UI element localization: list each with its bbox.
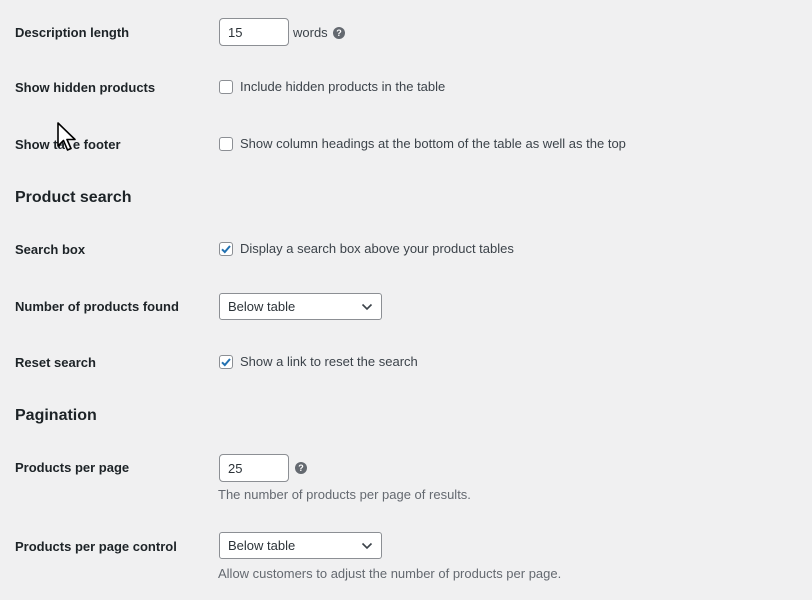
reset-search-option[interactable]: Show a link to reset the search bbox=[219, 354, 418, 369]
products-per-page-input[interactable] bbox=[219, 454, 289, 482]
checkmark-icon bbox=[221, 244, 231, 253]
products-found-select[interactable]: Below table bbox=[219, 293, 382, 320]
products-per-page-label: Products per page bbox=[15, 460, 130, 475]
search-box-option[interactable]: Display a search box above your product … bbox=[219, 241, 514, 256]
products-per-page-control-select[interactable]: Below table bbox=[219, 532, 382, 559]
description-length-suffix: words bbox=[293, 25, 328, 40]
product-search-heading: Product search bbox=[15, 189, 132, 206]
chevron-down-icon bbox=[361, 303, 373, 310]
description-length-label: Description length bbox=[15, 25, 130, 40]
products-found-label: Number of products found bbox=[15, 299, 179, 314]
reset-search-checkbox[interactable] bbox=[219, 354, 233, 369]
products-found-selected: Below table bbox=[228, 299, 296, 314]
show-table-footer-checkbox[interactable] bbox=[219, 136, 233, 151]
search-box-label: Search box bbox=[15, 242, 86, 257]
show-hidden-products-label: Show hidden products bbox=[15, 80, 156, 95]
chevron-down-icon bbox=[361, 542, 373, 549]
reset-search-label: Reset search bbox=[15, 355, 96, 370]
show-hidden-products-checkbox[interactable] bbox=[219, 79, 233, 94]
show-table-footer-checkbox-label: Show column headings at the bottom of th… bbox=[240, 136, 626, 151]
products-per-page-control-description: Allow customers to adjust the number of … bbox=[218, 566, 562, 581]
products-per-page-control-label: Products per page control bbox=[15, 539, 177, 554]
show-hidden-products-option[interactable]: Include hidden products in the table bbox=[219, 79, 445, 94]
mouse-pointer-icon bbox=[57, 122, 76, 151]
show-hidden-products-checkbox-label: Include hidden products in the table bbox=[240, 79, 446, 94]
search-box-checkbox-label: Display a search box above your product … bbox=[240, 241, 514, 256]
help-icon[interactable]: ? bbox=[295, 462, 307, 474]
reset-search-checkbox-label: Show a link to reset the search bbox=[240, 354, 418, 369]
checkmark-icon bbox=[221, 357, 231, 366]
pagination-heading: Pagination bbox=[15, 407, 97, 424]
description-length-input[interactable] bbox=[219, 18, 289, 46]
products-per-page-description: The number of products per page of resul… bbox=[218, 487, 471, 502]
search-box-checkbox[interactable] bbox=[219, 241, 233, 256]
help-icon[interactable]: ? bbox=[333, 27, 345, 39]
show-table-footer-option[interactable]: Show column headings at the bottom of th… bbox=[219, 136, 626, 151]
products-per-page-control-selected: Below table bbox=[228, 538, 296, 553]
